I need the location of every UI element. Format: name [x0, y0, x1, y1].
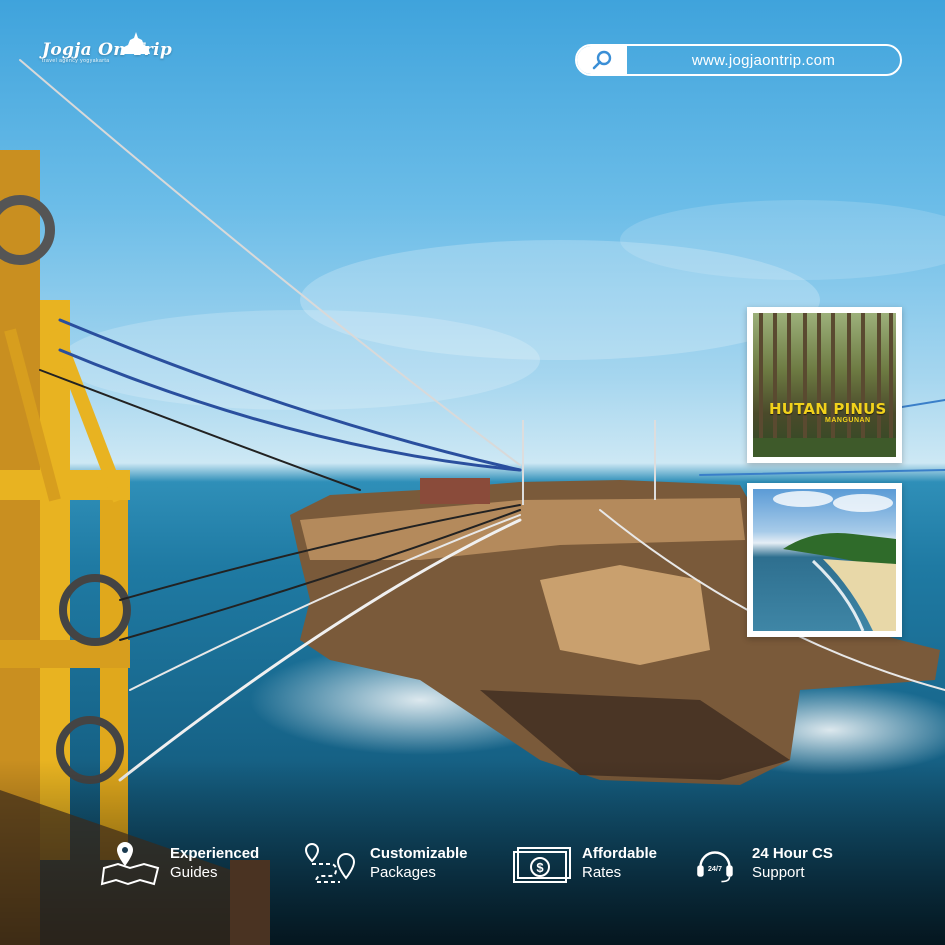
brand-tagline: travel agency yogyakarta — [42, 58, 110, 64]
url-search-bar[interactable]: www.jogjaontrip.com — [575, 44, 902, 76]
photo-sign-subtitle: MANGUNAN — [825, 417, 871, 424]
feature-customizable-packages: Customizable Packages — [300, 838, 468, 888]
feature-24-hour-support: 24/7 24 Hour CS Support — [694, 838, 833, 888]
search-button[interactable] — [577, 46, 627, 74]
headset-icon: 24/7 — [697, 851, 733, 883]
icon-247-label: 24/7 — [708, 864, 722, 873]
map-pin-icon — [100, 842, 160, 886]
pine-forest-image — [753, 313, 896, 457]
photo-hutan-pinus[interactable]: HUTAN PINUS MANGUNAN — [747, 307, 902, 463]
feature-subtitle: Guides — [170, 864, 218, 881]
brand-logo[interactable]: Jogja On Trip travel agency yogyakarta — [42, 32, 173, 64]
svg-text:$: $ — [536, 860, 544, 875]
features-bar: Experienced Guides Customizable Packages… — [0, 838, 945, 898]
feature-title: 24 Hour CS — [752, 845, 833, 862]
brand-name: Jogja On Trip — [42, 40, 173, 60]
route-icon — [304, 842, 356, 883]
feature-title: Affordable — [582, 845, 657, 862]
temple-icon — [122, 32, 150, 54]
beach-image — [773, 491, 896, 631]
feature-title: Experienced — [170, 845, 260, 862]
feature-subtitle: Rates — [582, 864, 622, 881]
feature-subtitle: Packages — [370, 864, 436, 881]
search-icon — [592, 50, 612, 70]
photo-beach[interactable] — [747, 483, 902, 637]
money-icon: $ — [513, 847, 571, 883]
website-url[interactable]: www.jogjaontrip.com — [627, 52, 900, 69]
promo-banner: Jogja On Trip travel agency yogyakarta w… — [0, 0, 945, 945]
feature-experienced-guides: Experienced Guides — [100, 838, 259, 888]
feature-subtitle: Support — [752, 864, 805, 881]
feature-affordable-rates: $ Affordable Rates — [512, 838, 657, 888]
photo-sign-title: HUTAN PINUS — [769, 400, 887, 418]
feature-title: Customizable — [370, 845, 468, 862]
coastal-scene — [0, 59, 945, 945]
